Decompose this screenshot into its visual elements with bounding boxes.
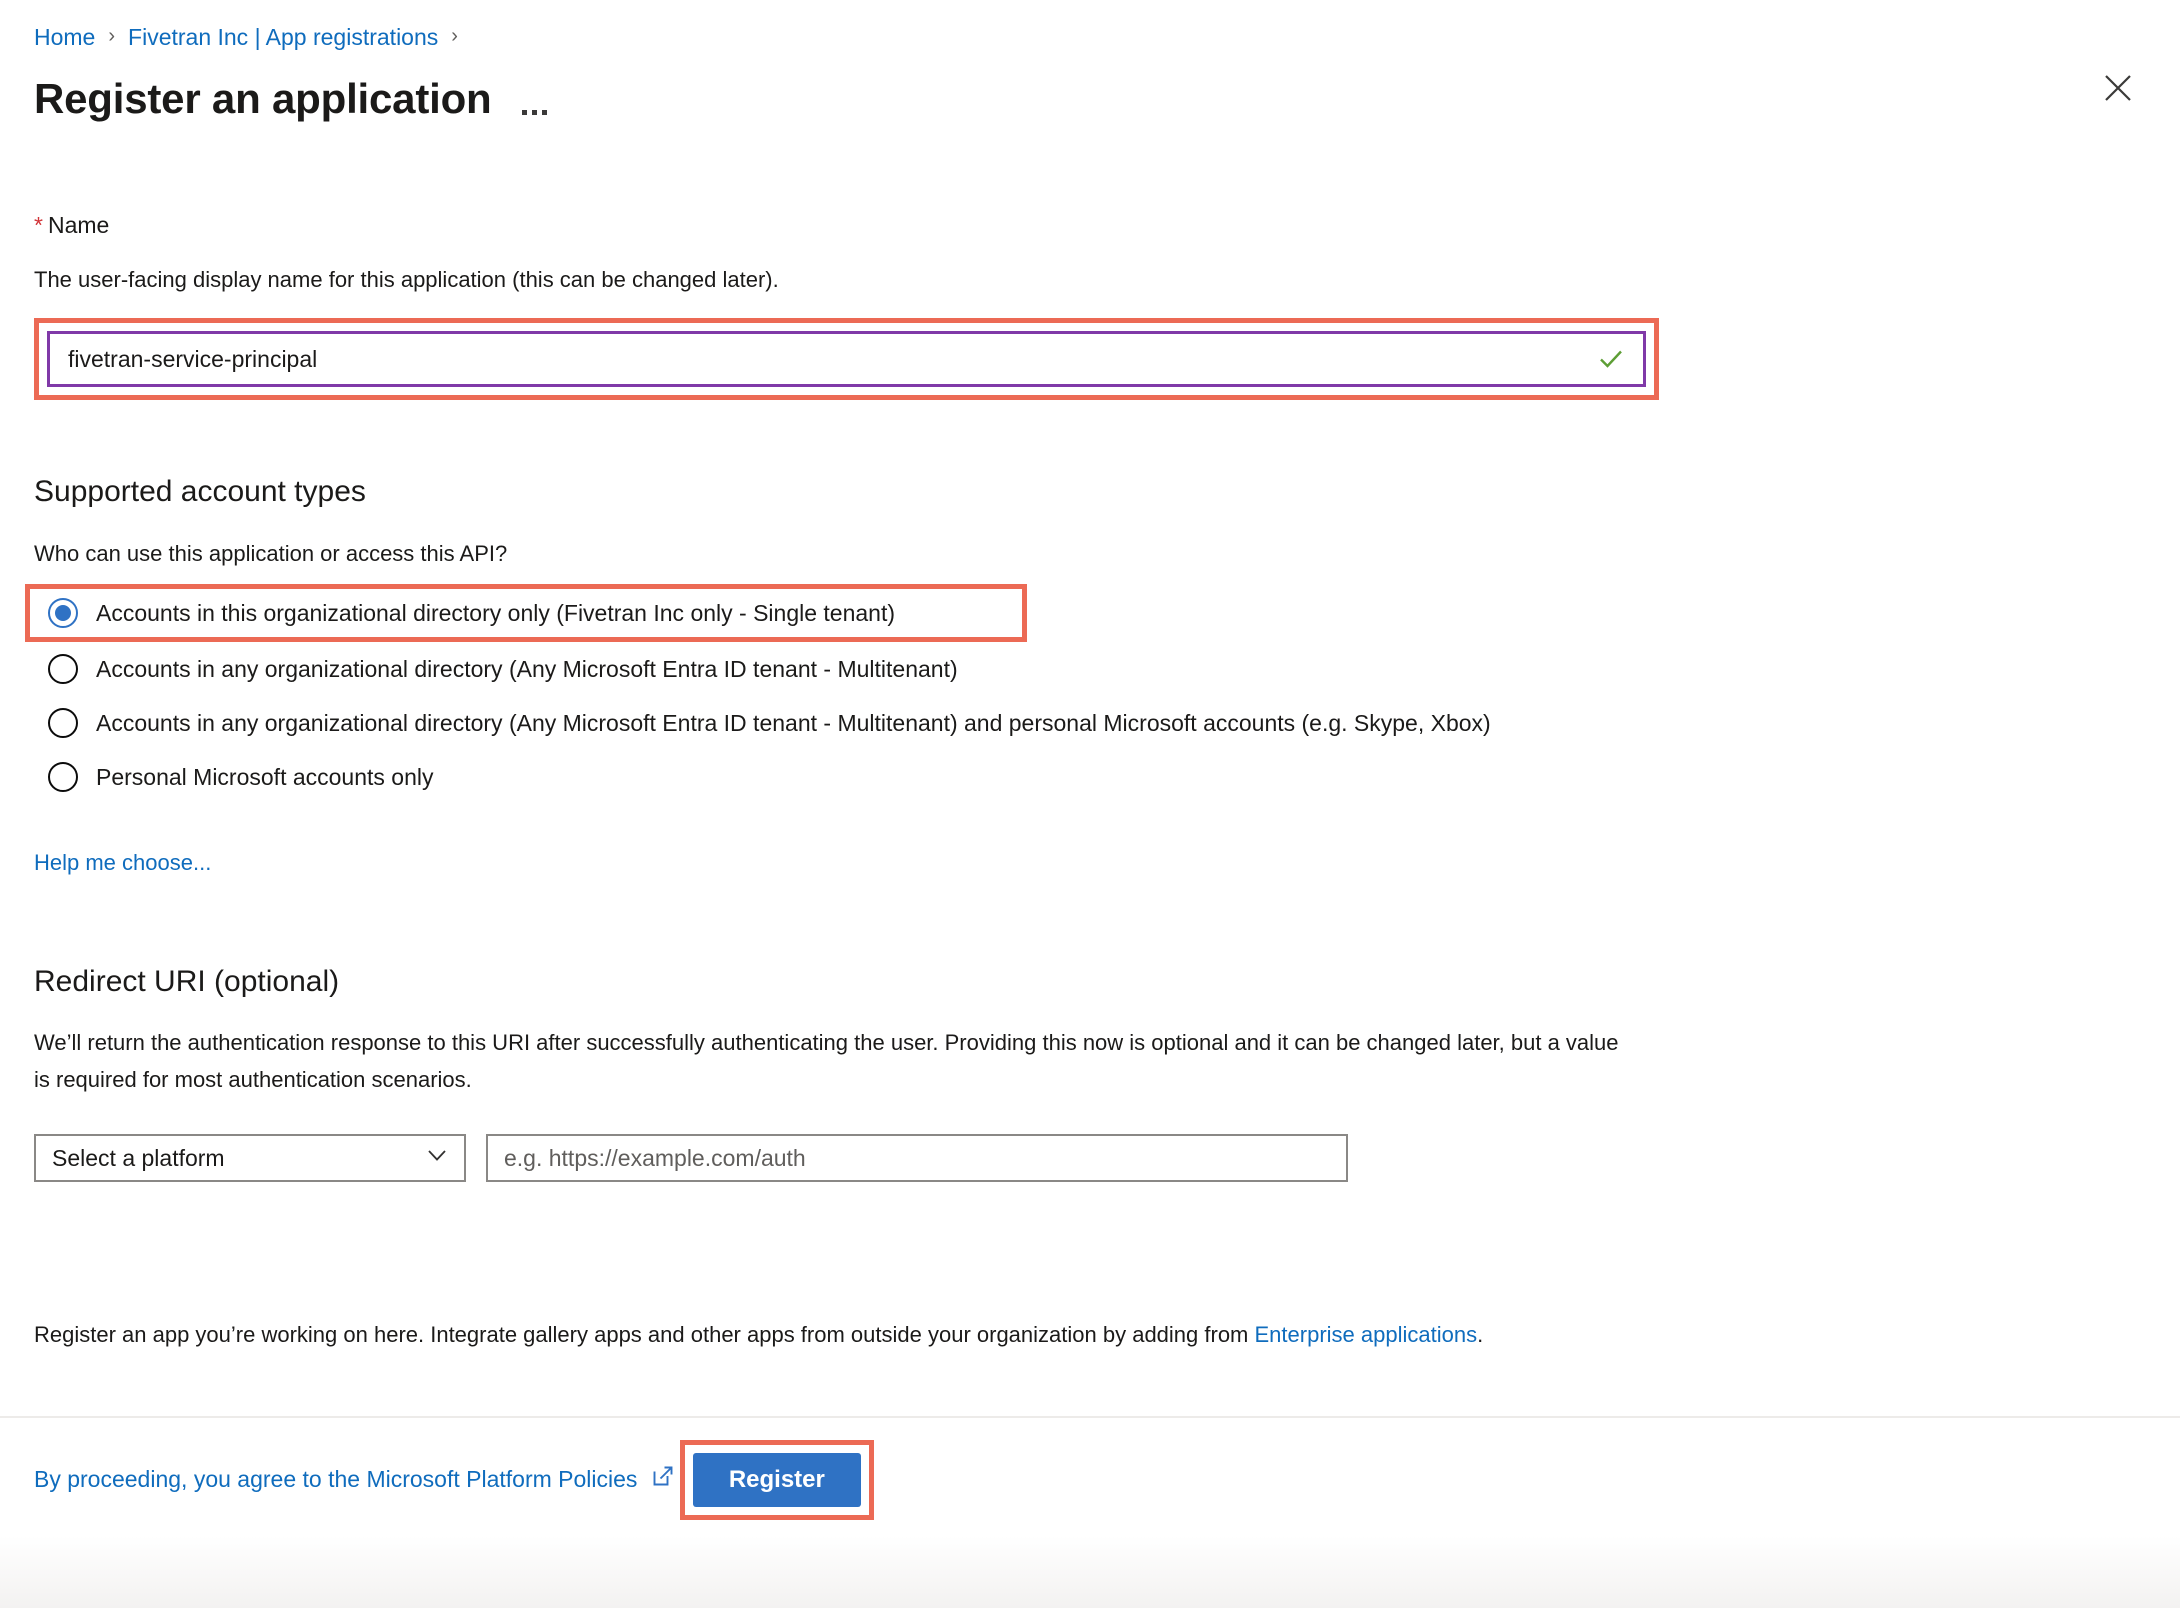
register-button-annotation: Register xyxy=(679,1439,874,1520)
close-icon[interactable] xyxy=(2096,66,2140,110)
ellipsis-dot xyxy=(531,110,537,115)
radio-indicator-icon xyxy=(48,654,78,684)
more-actions-icon[interactable] xyxy=(521,75,547,123)
redirect-uri-heading: Redirect URI (optional) xyxy=(34,965,340,998)
title-row: Register an application xyxy=(34,74,2180,124)
platform-select[interactable]: Select a platform xyxy=(34,1134,466,1182)
breadcrumb-separator-icon: › xyxy=(108,25,116,47)
register-note: Register an app you’re working on here. … xyxy=(34,1320,2146,1350)
name-description: The user-facing display name for this ap… xyxy=(34,267,779,292)
platform-select-value: Select a platform xyxy=(52,1144,225,1171)
account-type-radio-group: Accounts in this organizational director… xyxy=(25,584,2146,804)
radio-option-multitenant[interactable]: Accounts in any organizational directory… xyxy=(34,642,2146,696)
supported-account-types-heading: Supported account types xyxy=(34,475,366,508)
ellipsis-dot xyxy=(521,110,527,115)
redirect-uri-description: We’ll return the authentication response… xyxy=(34,1030,1619,1092)
platform-policies-link[interactable]: By proceeding, you agree to the Microsof… xyxy=(34,1464,675,1494)
breadcrumb-separator-icon: › xyxy=(451,25,458,47)
chevron-down-icon xyxy=(424,1142,450,1174)
enterprise-applications-link[interactable]: Enterprise applications xyxy=(1255,1322,1478,1347)
name-input-wrapper xyxy=(47,331,1646,387)
radio-indicator-icon xyxy=(48,708,78,738)
ellipsis-dot xyxy=(541,110,547,115)
redirect-uri-row: Select a platform xyxy=(34,1134,2146,1182)
radio-option-single-tenant[interactable]: Accounts in this organizational director… xyxy=(25,584,1027,642)
redirect-uri-input[interactable] xyxy=(486,1134,1348,1182)
register-button[interactable]: Register xyxy=(692,1452,861,1507)
breadcrumb-item-app-registrations[interactable]: Fivetran Inc | App registrations xyxy=(128,22,438,52)
name-label-text: Name xyxy=(47,212,110,238)
name-label: * Name xyxy=(34,210,2146,240)
radio-option-label: Personal Microsoft accounts only xyxy=(96,764,434,790)
help-me-choose-link[interactable]: Help me choose... xyxy=(34,848,211,878)
platform-policies-label: By proceeding, you agree to the Microsof… xyxy=(34,1465,638,1492)
register-note-text-before: Register an app you’re working on here. … xyxy=(34,1322,1255,1347)
radio-option-personal-only[interactable]: Personal Microsoft accounts only xyxy=(34,750,2146,804)
radio-indicator-icon xyxy=(48,598,78,628)
supported-account-types-question: Who can use this application or access t… xyxy=(34,541,508,566)
required-asterisk: * xyxy=(34,212,43,238)
radio-option-label: Accounts in this organizational director… xyxy=(96,600,896,626)
name-input-annotation xyxy=(34,318,1659,400)
breadcrumb: Home › Fivetran Inc | App registrations … xyxy=(34,22,2180,52)
register-application-blade: Home › Fivetran Inc | App registrations … xyxy=(0,0,2180,1608)
name-input[interactable] xyxy=(50,334,1643,384)
radio-option-label: Accounts in any organizational directory… xyxy=(96,656,958,682)
blade-content: * Name The user-facing display name for t… xyxy=(0,124,2180,1416)
blade-header: Home › Fivetran Inc | App registrations … xyxy=(0,0,2180,124)
external-link-icon xyxy=(651,1464,675,1494)
radio-indicator-icon xyxy=(48,762,78,792)
radio-option-label: Accounts in any organizational directory… xyxy=(96,710,1491,736)
breadcrumb-item-home[interactable]: Home xyxy=(34,22,95,52)
register-note-text-after: . xyxy=(1477,1322,1484,1347)
blade-footer: By proceeding, you agree to the Microsof… xyxy=(0,1416,2180,1608)
checkmark-icon xyxy=(1597,345,1625,373)
radio-option-multitenant-and-personal[interactable]: Accounts in any organizational directory… xyxy=(34,696,2146,750)
page-title: Register an application xyxy=(34,75,492,122)
